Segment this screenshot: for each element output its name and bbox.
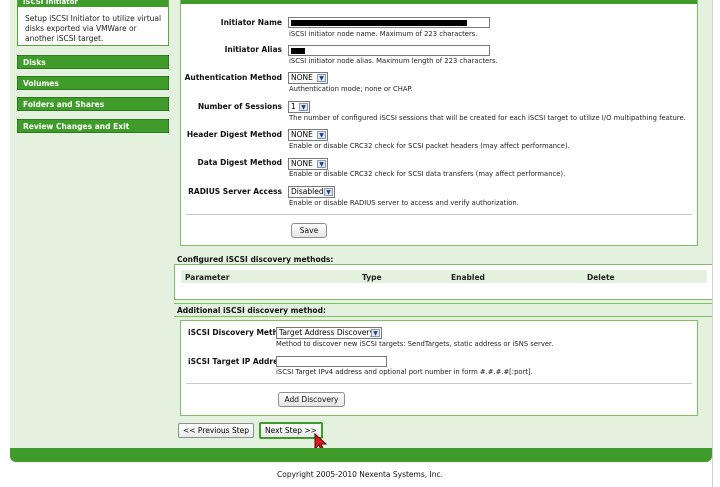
sessions-label: Number of Sessions xyxy=(197,102,282,111)
sidebar-info-box: iSCSI Initiator Setup iSCSI Initiator to… xyxy=(17,0,169,46)
data-digest-hint: Enable or disable CRC32 check for SCSI d… xyxy=(289,170,566,178)
column-header-delete: Delete xyxy=(587,273,615,282)
chevron-down-icon: ▼ xyxy=(317,74,326,82)
radius-select[interactable]: Disabled ▼ xyxy=(288,186,335,198)
discovery-method-value: Target Address Discovery xyxy=(279,328,374,337)
target-ip-hint: iSCSI Target IPv4 address and optional p… xyxy=(276,368,533,376)
chevron-down-icon: ▼ xyxy=(317,160,326,168)
discovery-method-hint: Method to discover new iSCSI targets: Se… xyxy=(276,340,554,348)
divider xyxy=(186,383,692,384)
column-header-type: Type xyxy=(362,273,382,282)
discovery-methods-table: Parameter Type Enabled Delete xyxy=(174,264,714,300)
radius-label: RADIUS Server Access xyxy=(188,187,282,196)
sidebar-item-volumes[interactable]: Volumes xyxy=(17,76,169,90)
data-digest-value: NONE xyxy=(291,159,313,168)
column-header-parameter: Parameter xyxy=(185,273,230,282)
target-ip-input[interactable] xyxy=(276,356,387,367)
auth-method-label: Authentication Method xyxy=(184,73,282,82)
sidebar-item-folders-shares[interactable]: Folders and Shares xyxy=(17,97,169,111)
sessions-select[interactable]: 1 ▼ xyxy=(288,101,310,113)
panel-header-strip xyxy=(181,0,697,4)
radius-value: Disabled xyxy=(291,187,324,196)
header-digest-select[interactable]: NONE ▼ xyxy=(288,129,328,141)
header-digest-hint: Enable or disable CRC32 check for SCSI p… xyxy=(289,142,570,150)
discovery-method-select[interactable]: Target Address Discovery ▼ xyxy=(276,327,382,339)
auth-method-hint: Authentication mode; none or CHAP. xyxy=(289,85,413,93)
initiator-name-label: Initiator Name xyxy=(220,18,282,27)
sidebar-item-disks[interactable]: Disks xyxy=(17,55,169,69)
divider xyxy=(186,214,692,215)
chevron-down-icon: ▼ xyxy=(317,131,326,139)
sidebar-info-title: iSCSI Initiator xyxy=(18,0,168,7)
footer-bar xyxy=(10,448,712,462)
sessions-hint: The number of configured iSCSI sessions … xyxy=(289,114,686,122)
redacted-value xyxy=(291,20,467,26)
column-header-enabled: Enabled xyxy=(451,273,485,282)
sidebar: iSCSI Initiator Setup iSCSI Initiator to… xyxy=(0,0,172,448)
initiator-alias-hint: iSCSI initiator node alias. Maximum leng… xyxy=(289,57,498,65)
data-digest-select[interactable]: NONE ▼ xyxy=(288,158,328,170)
auth-method-select[interactable]: NONE ▼ xyxy=(288,72,328,84)
redacted-value xyxy=(291,48,305,54)
previous-step-button[interactable]: << Previous Step xyxy=(178,423,254,438)
copyright-text: Copyright 2005-2010 Nexenta Systems, Inc… xyxy=(277,470,443,479)
header-digest-label: Header Digest Method xyxy=(186,130,282,139)
section-divider xyxy=(174,316,714,317)
window-edge xyxy=(712,0,720,487)
sidebar-info-text: Setup iSCSI Initiator to utilize virtual… xyxy=(25,14,162,43)
radius-hint: Enable or disable RADIUS server to acces… xyxy=(289,199,519,207)
data-digest-label: Data Digest Method xyxy=(197,158,282,167)
initiator-name-hint: iSCSI initiator node name. Maximum of 22… xyxy=(289,30,478,38)
chevron-down-icon: ▼ xyxy=(371,329,380,337)
chevron-down-icon: ▼ xyxy=(324,188,333,196)
section-divider xyxy=(174,303,714,304)
sidebar-item-review-exit[interactable]: Review Changes and Exit xyxy=(17,119,169,133)
table-header-row: Parameter Type Enabled Delete xyxy=(181,270,707,283)
sessions-value: 1 xyxy=(291,102,296,111)
auth-method-value: NONE xyxy=(291,73,313,82)
add-discovery-button[interactable]: Add Discovery xyxy=(278,392,345,407)
discovery-method-label: iSCSI Discovery Method xyxy=(188,328,289,337)
save-button[interactable]: Save xyxy=(291,223,327,238)
initiator-alias-input[interactable] xyxy=(288,45,490,56)
chevron-down-icon: ▼ xyxy=(299,103,308,111)
configured-section-title: Configured iSCSI discovery methods: xyxy=(177,255,334,264)
header-digest-value: NONE xyxy=(291,130,313,139)
target-ip-label: iSCSI Target IP Address xyxy=(188,357,288,366)
initiator-name-input[interactable] xyxy=(288,17,490,28)
initiator-alias-label: Initiator Alias xyxy=(224,45,282,54)
additional-section-title: Additional iSCSI discovery method: xyxy=(177,306,326,315)
